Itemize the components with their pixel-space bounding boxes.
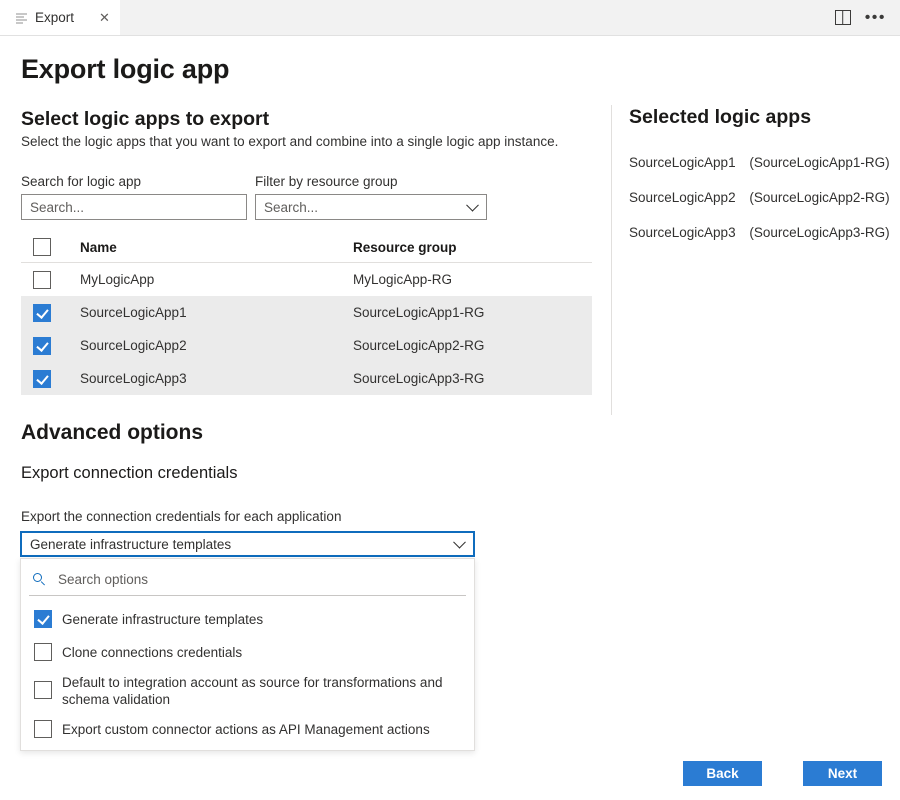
option-checkbox[interactable] <box>34 643 52 661</box>
row-checkbox-cell <box>21 270 80 289</box>
option-checkbox[interactable] <box>34 720 52 738</box>
row-checkbox[interactable] <box>33 336 51 355</box>
filter-placeholder: Search... <box>264 199 319 215</box>
logic-apps-table: Name Resource group MyLogicApp MyLogicAp… <box>21 232 592 395</box>
tab-strip-actions: ••• <box>834 0 886 35</box>
panel-divider <box>611 105 612 415</box>
selected-item-resource-group: (SourceLogicApp2-RG) <box>749 190 890 205</box>
row-checkbox[interactable] <box>33 303 51 322</box>
dropdown-options-panel: Search options Generate infrastructure t… <box>20 558 475 751</box>
dropdown-search-placeholder: Search options <box>58 572 149 587</box>
selected-item-name: SourceLogicApp3 <box>629 225 736 240</box>
search-field-label: Search for logic app <box>21 174 142 189</box>
option-label: Export custom connector actions as API M… <box>62 722 430 737</box>
dropdown-search-field[interactable]: Search options <box>29 564 466 596</box>
row-name: SourceLogicApp2 <box>80 338 187 353</box>
option-label: Clone connections credentials <box>62 645 243 660</box>
selected-list-item: SourceLogicApp2 (SourceLogicApp2-RG) <box>629 190 890 205</box>
selected-panel-heading: Selected logic apps <box>629 106 812 128</box>
search-icon <box>33 573 46 586</box>
dropdown-option[interactable]: Clone connections credentials <box>21 637 474 667</box>
tab-strip: Export ✕ ••• <box>0 0 900 36</box>
row-resource-group: MyLogicApp-RG <box>353 272 453 287</box>
more-options-icon[interactable]: ••• <box>865 9 886 26</box>
selected-item-resource-group: (SourceLogicApp3-RG) <box>749 225 890 240</box>
dropdown-option[interactable]: Generate infrastructure templates <box>21 604 474 637</box>
option-label: Generate infrastructure templates <box>62 612 264 627</box>
option-label: Default to integration account as source… <box>62 675 443 707</box>
select-all-checkbox[interactable] <box>33 238 51 256</box>
row-checkbox-cell <box>21 303 80 322</box>
table-row[interactable]: SourceLogicApp3 SourceLogicApp3-RG <box>21 362 592 395</box>
row-name: MyLogicApp <box>80 272 155 287</box>
export-credentials-label: Export the connection credentials for ea… <box>21 509 342 524</box>
selected-item-resource-group: (SourceLogicApp1-RG) <box>749 155 890 170</box>
option-checkbox[interactable] <box>34 681 52 699</box>
filter-resource-group-input[interactable]: Search... <box>255 194 487 220</box>
search-placeholder: Search... <box>30 199 85 215</box>
chevron-down-icon[interactable] <box>466 198 479 212</box>
advanced-options-heading: Advanced options <box>21 421 204 444</box>
dropdown-selected-value: Generate infrastructure templates <box>30 536 232 552</box>
select-section-description: Select the logic apps that you want to e… <box>21 134 559 149</box>
row-resource-group: SourceLogicApp3-RG <box>353 371 485 386</box>
row-checkbox-cell <box>21 369 80 388</box>
row-name: SourceLogicApp3 <box>80 371 187 386</box>
selected-list-item: SourceLogicApp1 (SourceLogicApp1-RG) <box>629 155 890 170</box>
page-title: Export logic app <box>21 54 230 84</box>
row-checkbox-cell <box>21 336 80 355</box>
close-icon[interactable]: ✕ <box>96 9 113 26</box>
selected-list-item: SourceLogicApp3 (SourceLogicApp3-RG) <box>629 225 890 240</box>
export-credentials-dropdown[interactable]: Generate infrastructure templates <box>20 531 475 557</box>
row-checkbox[interactable] <box>33 369 51 388</box>
search-logic-app-input[interactable]: Search... <box>21 194 247 220</box>
table-row[interactable]: MyLogicApp MyLogicApp-RG <box>21 263 592 296</box>
selected-item-name: SourceLogicApp1 <box>629 155 736 170</box>
header-checkbox-cell <box>21 238 80 256</box>
list-lines-icon <box>16 12 27 24</box>
selected-item-name: SourceLogicApp2 <box>629 190 736 205</box>
dropdown-option[interactable]: Export custom connector actions as API M… <box>21 714 474 744</box>
table-header-row: Name Resource group <box>21 232 592 263</box>
row-checkbox[interactable] <box>33 270 51 289</box>
filter-field-label: Filter by resource group <box>255 174 398 189</box>
row-resource-group: SourceLogicApp1-RG <box>353 305 485 320</box>
column-header-resource-group: Resource group <box>353 239 457 255</box>
dropdown-option[interactable]: Default to integration account as source… <box>21 667 474 714</box>
next-button[interactable]: Next <box>803 761 882 786</box>
select-section-heading: Select logic apps to export <box>21 108 270 130</box>
tab-label: Export <box>35 10 75 25</box>
back-button[interactable]: Back <box>683 761 762 786</box>
chevron-down-icon[interactable] <box>453 535 466 549</box>
table-row[interactable]: SourceLogicApp1 SourceLogicApp1-RG <box>21 296 592 329</box>
split-view-icon[interactable] <box>834 10 851 25</box>
column-header-name: Name <box>80 239 117 255</box>
export-credentials-heading: Export connection credentials <box>21 464 238 482</box>
option-checkbox[interactable] <box>34 610 52 628</box>
table-row[interactable]: SourceLogicApp2 SourceLogicApp2-RG <box>21 329 592 362</box>
row-name: SourceLogicApp1 <box>80 305 187 320</box>
row-resource-group: SourceLogicApp2-RG <box>353 338 485 353</box>
